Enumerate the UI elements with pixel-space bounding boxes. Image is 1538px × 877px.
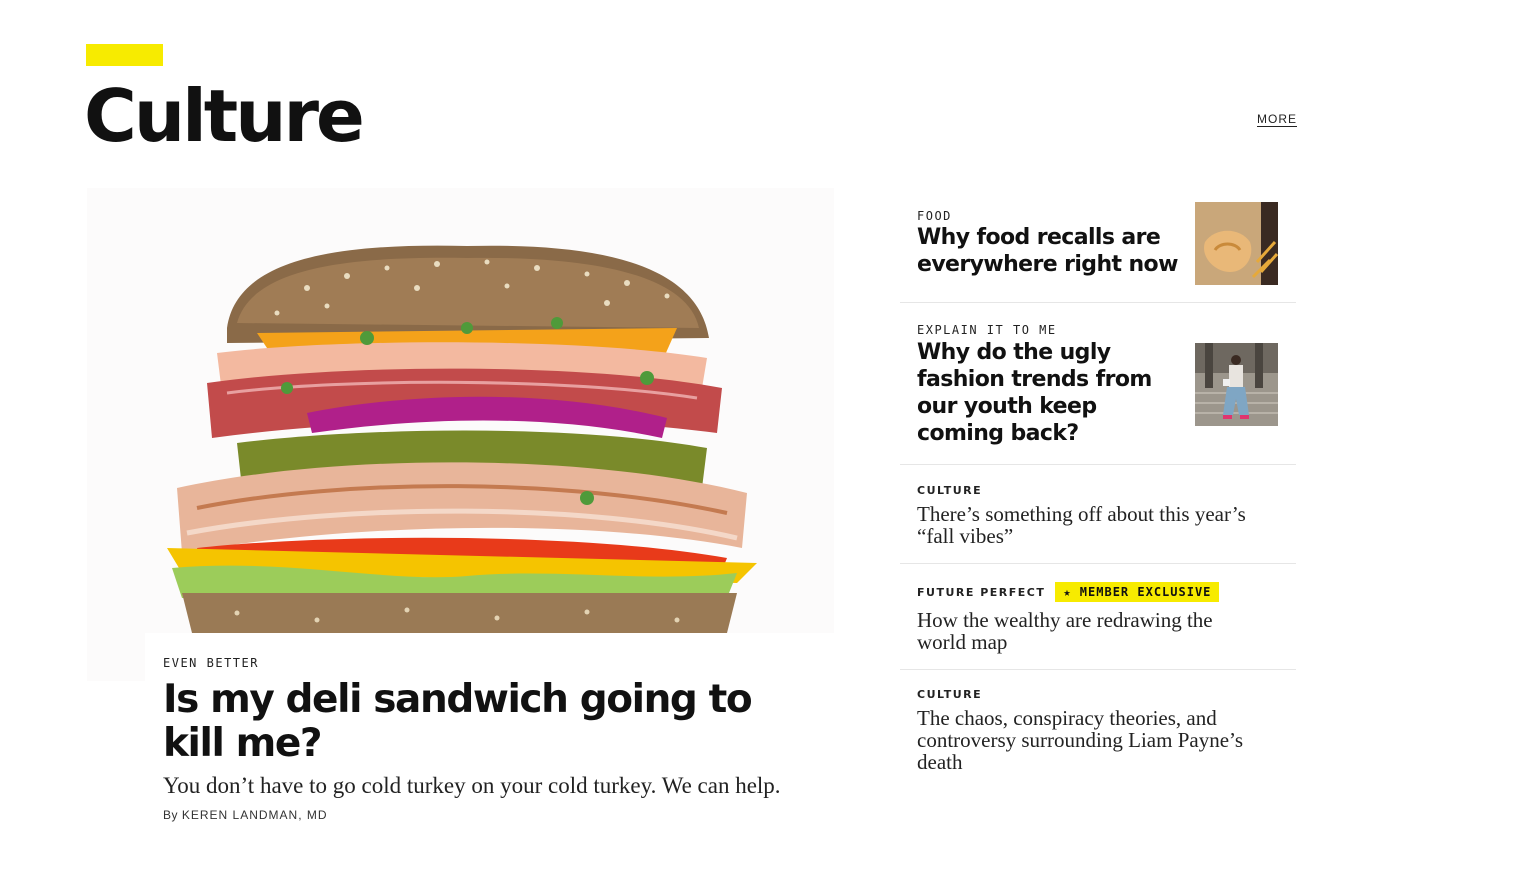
sidebar-story[interactable]: FUTURE PERFECT ★ MEMBER EXCLUSIVE How the… [900, 564, 1296, 670]
feature-dek: You don’t have to go cold turkey on your… [163, 773, 781, 798]
fast-food-bag-photo [1195, 202, 1278, 285]
sidebar-story-list: FOOD Why food recalls are everywhere rig… [900, 188, 1296, 780]
feature-kicker[interactable]: EVEN BETTER [163, 656, 823, 670]
story-headline[interactable]: There’s something off about this year’s … [917, 503, 1277, 547]
sidebar-story[interactable]: FOOD Why food recalls are everywhere rig… [900, 188, 1296, 303]
story-headline[interactable]: Why food recalls are everywhere right no… [917, 224, 1182, 278]
member-exclusive-badge: ★ MEMBER EXCLUSIVE [1055, 582, 1220, 602]
byline: By KEREN LANDMAN, MD [163, 808, 823, 822]
story-category[interactable]: FOOD [917, 209, 952, 223]
story-headline[interactable]: Why do the ugly fashion trends from our … [917, 339, 1182, 447]
story-category[interactable]: CULTURE [917, 688, 982, 701]
feature-headline[interactable]: Is my deli sandwich going to kill me? [163, 678, 823, 766]
feature-image[interactable] [87, 188, 834, 633]
feature-text: EVEN BETTER Is my deli sandwich going to… [163, 656, 823, 822]
story-headline[interactable]: The chaos, conspiracy theories, and cont… [917, 707, 1277, 773]
section-title: Culture [84, 74, 365, 158]
story-category-row: FUTURE PERFECT ★ MEMBER EXCLUSIVE [917, 582, 1220, 602]
sidebar-story[interactable]: EXPLAIN IT TO ME Why do the ugly fashion… [900, 303, 1296, 465]
author-link[interactable]: KEREN LANDMAN, MD [182, 808, 328, 822]
fashion-street-photo [1195, 343, 1278, 426]
story-category[interactable]: EXPLAIN IT TO ME [917, 323, 1057, 337]
feature-image-strip [87, 633, 145, 681]
story-category[interactable]: CULTURE [917, 484, 982, 497]
section-accent-bar [86, 44, 163, 66]
more-link[interactable]: MORE [1257, 112, 1297, 126]
sidebar-story[interactable]: CULTURE The chaos, conspiracy theories, … [900, 670, 1296, 780]
story-category[interactable]: FUTURE PERFECT [917, 586, 1045, 599]
story-thumbnail[interactable] [1195, 343, 1278, 426]
story-thumbnail[interactable] [1195, 202, 1278, 285]
story-headline[interactable]: How the wealthy are redrawing the world … [917, 609, 1257, 653]
sandwich-illustration [167, 245, 757, 633]
sidebar-story[interactable]: CULTURE There’s something off about this… [900, 465, 1296, 564]
byline-prefix: By [163, 808, 179, 822]
